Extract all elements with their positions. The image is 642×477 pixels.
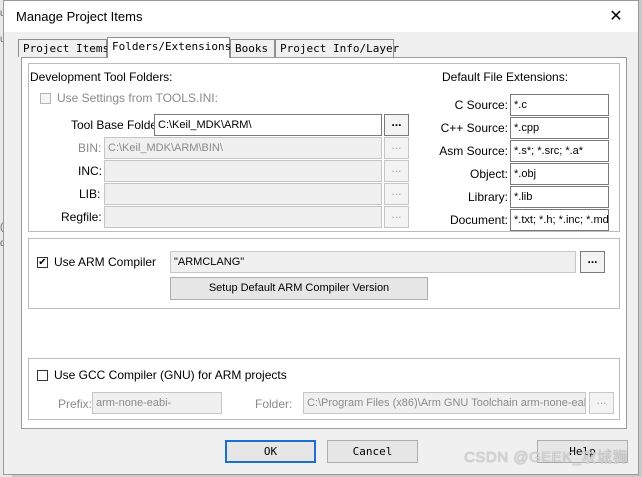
regfile-browse-button[interactable]: ... bbox=[384, 206, 409, 228]
use-arm-compiler-label: Use ARM Compiler bbox=[54, 255, 157, 269]
library-ext-input[interactable]: *.lib bbox=[510, 186, 609, 208]
watermark: CSDN @GEEK_攻城狮 bbox=[464, 449, 628, 466]
gcc-folder-browse-button[interactable]: ... bbox=[589, 392, 614, 414]
lib-browse-button[interactable]: ... bbox=[384, 183, 409, 205]
gcc-prefix-label: Prefix: bbox=[58, 397, 93, 411]
regfile-input[interactable] bbox=[104, 206, 382, 228]
tab-folders-extensions[interactable]: Folders/Extensions bbox=[107, 37, 231, 58]
tab-project-info-layer[interactable]: Project Info/Layer bbox=[275, 39, 399, 57]
window-title: Manage Project Items bbox=[16, 9, 143, 24]
document-ext-input[interactable]: *.txt; *.h; *.inc; *.md bbox=[510, 209, 609, 231]
setup-arm-compiler-button[interactable]: Setup Default ARM Compiler Version bbox=[170, 277, 428, 300]
gcc-folder-label: Folder: bbox=[255, 397, 293, 411]
cpp-source-ext-input[interactable]: *.cpp bbox=[510, 117, 609, 139]
inc-folder-input[interactable] bbox=[104, 160, 382, 182]
gcc-folder-input[interactable]: C:\Program Files (x86)\Arm GNU Toolchain… bbox=[303, 392, 586, 414]
arm-compiler-browse-button[interactable]: ... bbox=[580, 251, 605, 273]
gcc-prefix-input[interactable]: arm-none-eabi- bbox=[92, 392, 222, 414]
bin-browse-button[interactable]: ... bbox=[384, 137, 409, 159]
lib-label: LIB: bbox=[79, 187, 101, 201]
tool-base-browse-button[interactable]: ... bbox=[384, 114, 409, 136]
folders-extensions-panel: Development Tool Folders: Use Settings f… bbox=[21, 57, 627, 429]
use-tools-ini-label: Use Settings from TOOLS.INI: bbox=[57, 91, 218, 105]
ok-button[interactable]: OK bbox=[225, 440, 316, 463]
lib-folder-input[interactable] bbox=[104, 183, 382, 205]
object-ext-input[interactable]: *.obj bbox=[510, 163, 609, 185]
use-gcc-compiler-label: Use GCC Compiler (GNU) for ARM projects bbox=[54, 368, 287, 382]
bin-label: BIN: bbox=[78, 141, 102, 155]
object-label: Object: bbox=[469, 167, 508, 181]
tab-project-items[interactable]: Project Items bbox=[18, 39, 109, 57]
close-icon[interactable]: ✕ bbox=[594, 1, 638, 32]
bin-folder-input[interactable]: C:\Keil_MDK\ARM\BIN\ bbox=[104, 137, 382, 159]
tool-base-folder-input[interactable]: C:\Keil_MDK\ARM\ bbox=[154, 114, 382, 136]
use-arm-compiler-checkbox[interactable]: ✔ bbox=[37, 257, 48, 268]
tool-base-folder-label: Tool Base Folder: bbox=[71, 118, 165, 132]
arm-compiler-select[interactable]: "ARMCLANG" bbox=[170, 251, 576, 273]
library-label: Library: bbox=[467, 190, 508, 204]
asm-source-ext-input[interactable]: *.s*; *.src; *.a* bbox=[510, 140, 609, 162]
title-bar: Manage Project Items ✕ bbox=[4, 1, 638, 32]
dev-tools-heading: Development Tool Folders: bbox=[30, 70, 173, 84]
use-tools-ini-checkbox[interactable] bbox=[40, 93, 51, 104]
manage-project-items-dialog: Manage Project Items ✕ Project Items Fol… bbox=[3, 0, 639, 475]
tab-books[interactable]: Books bbox=[230, 39, 275, 57]
asm-source-label: Asm Source: bbox=[439, 144, 508, 158]
extensions-heading: Default File Extensions: bbox=[442, 70, 569, 84]
c-source-label: C Source: bbox=[454, 98, 508, 112]
use-gcc-compiler-checkbox[interactable] bbox=[37, 370, 48, 381]
inc-label: INC: bbox=[78, 164, 102, 178]
cpp-source-label: C++ Source: bbox=[440, 121, 508, 135]
regfile-label: Regfile: bbox=[61, 210, 102, 224]
inc-browse-button[interactable]: ... bbox=[384, 160, 409, 182]
cancel-button[interactable]: Cancel bbox=[327, 440, 418, 463]
document-label: Document: bbox=[449, 213, 508, 227]
c-source-ext-input[interactable]: *.c bbox=[510, 94, 609, 116]
